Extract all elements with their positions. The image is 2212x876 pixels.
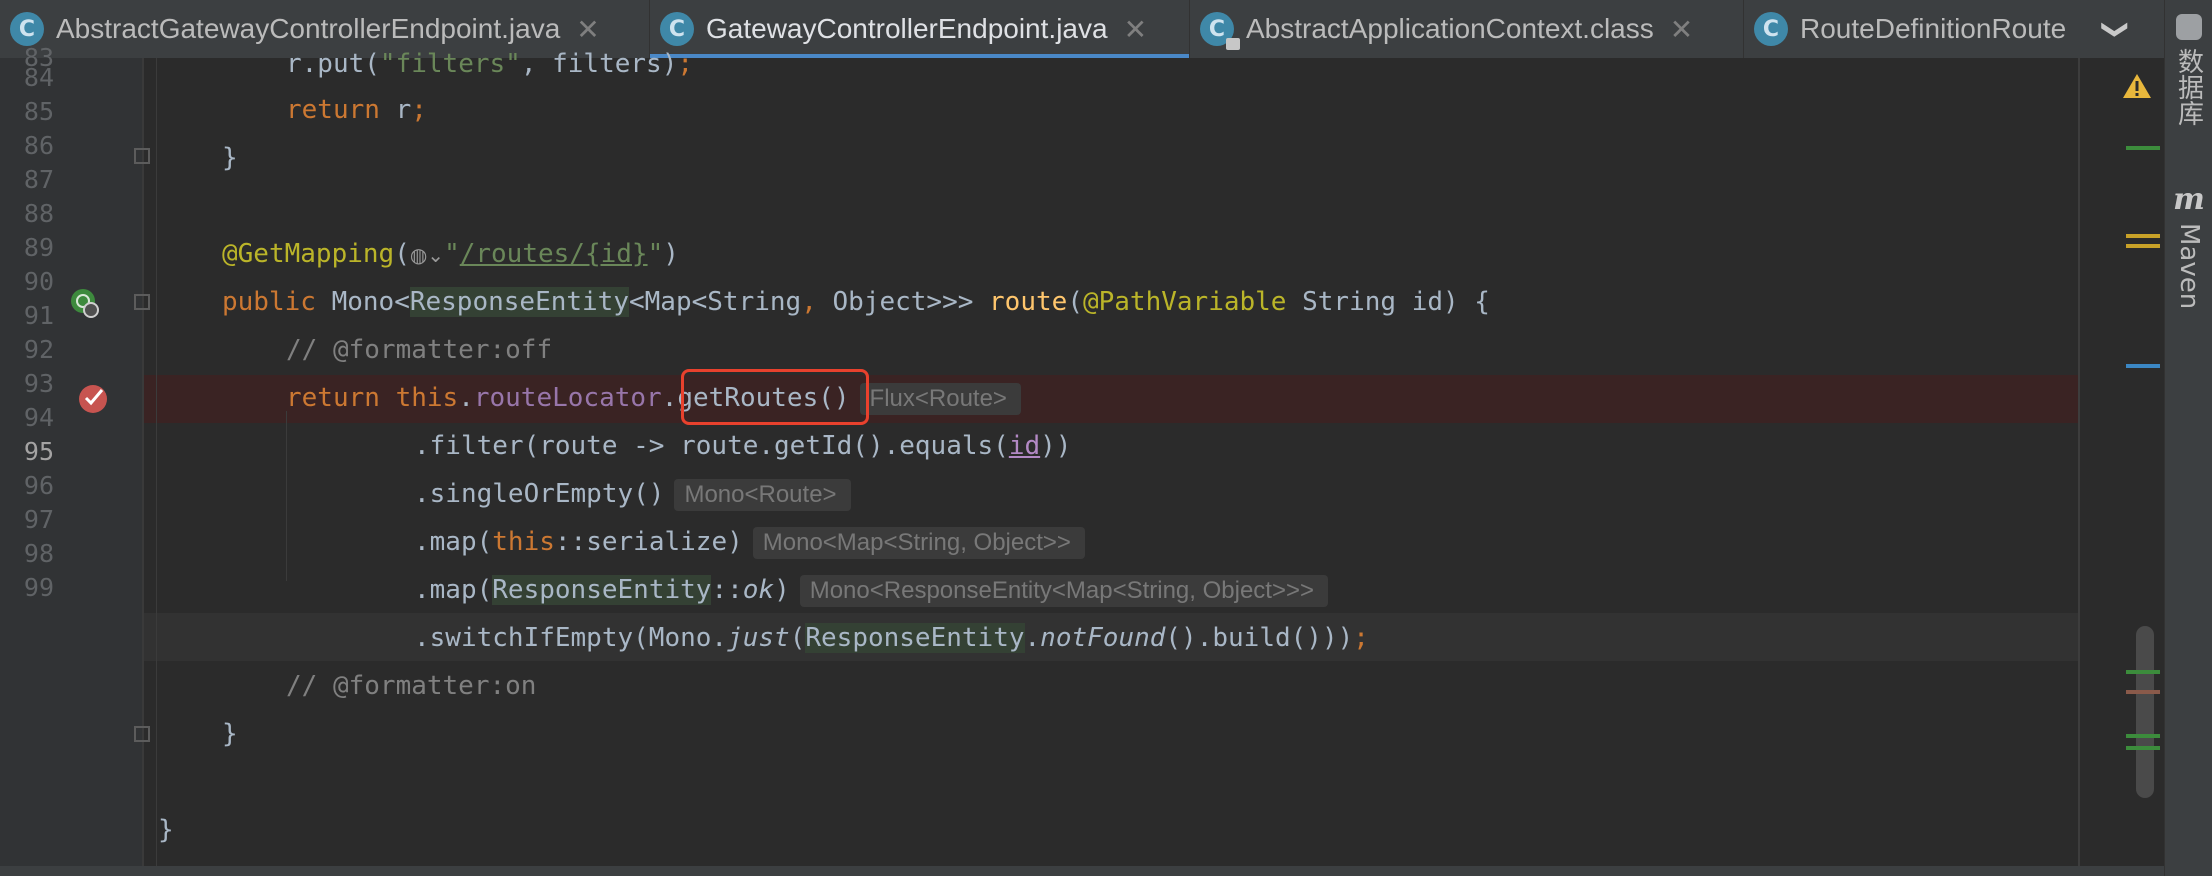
- globe-dropdown-icon[interactable]: ◍⌄: [410, 231, 444, 279]
- change-marker[interactable]: [2126, 690, 2160, 694]
- tab-label: AbstractApplicationContext.class: [1246, 13, 1654, 44]
- code-line-89: // @formatter:off: [286, 335, 553, 365]
- code-line-95: .switchIfEmpty(Mono.just(ResponseEntity.…: [414, 623, 1369, 653]
- type-hint: Mono<ResponseEntity<Map<String, Object>>…: [799, 574, 1329, 607]
- change-marker[interactable]: [2126, 734, 2160, 738]
- indent-guide: [286, 411, 287, 581]
- database-icon: [2176, 14, 2202, 40]
- code-line-85: }: [222, 143, 238, 173]
- code-line-93: .map(this::serialize) Mono<Map<String, Ob…: [414, 518, 1085, 566]
- code-line-96: // @formatter:on: [286, 671, 537, 701]
- warning-icon[interactable]: [2122, 72, 2152, 100]
- class-icon: C: [1754, 12, 1788, 46]
- change-marker[interactable]: [2126, 244, 2160, 248]
- endpoint-globe-icon[interactable]: [68, 286, 102, 320]
- type-hint: Flux<Route>: [859, 382, 1021, 415]
- code-line-92: .singleOrEmpty() Mono<Route>: [414, 470, 851, 518]
- maven-tool-button[interactable]: m Maven: [2165, 182, 2212, 309]
- vertical-scrollbar-thumb[interactable]: [2136, 626, 2154, 798]
- indent-guide: [156, 58, 157, 866]
- database-tool-button[interactable]: 数据库: [2165, 14, 2212, 126]
- change-marker[interactable]: [2126, 234, 2160, 238]
- change-marker[interactable]: [2126, 364, 2160, 368]
- mapping-url[interactable]: /routes/{id}: [460, 239, 648, 269]
- code-line-84: return r;: [286, 95, 427, 125]
- highlight-box: [681, 369, 869, 425]
- maven-icon: m: [2173, 182, 2205, 217]
- maven-label: Maven: [2174, 223, 2204, 310]
- line-number: 99: [23, 573, 54, 602]
- change-marker[interactable]: [2126, 746, 2160, 750]
- fold-marker-icon[interactable]: [134, 294, 150, 310]
- change-marker[interactable]: [2126, 670, 2160, 674]
- code-line-97: }: [222, 719, 238, 749]
- horizontal-scrollbar[interactable]: [0, 866, 2164, 876]
- tab-label: GatewayControllerEndpoint.java: [706, 13, 1108, 44]
- change-marker[interactable]: [2126, 146, 2160, 150]
- editor-scroll-markers: [2080, 58, 2164, 866]
- code-line-90: return this.routeLocator.getRoutes() Flux…: [286, 374, 1021, 422]
- code-line-88: public Mono<ResponseEntity<Map<String, O…: [222, 287, 1490, 317]
- tab-route-definition-route[interactable]: C RouteDefinitionRoute: [1744, 0, 2124, 58]
- close-icon[interactable]: ✕: [1670, 13, 1693, 46]
- type-hint: Mono<Map<String, Object>>: [752, 526, 1085, 559]
- close-icon[interactable]: ✕: [1124, 13, 1147, 46]
- type-hint: Mono<Route>: [674, 478, 851, 511]
- tab-label: RouteDefinitionRoute: [1800, 13, 2067, 44]
- locked-class-icon: C: [1200, 12, 1240, 50]
- fold-marker-icon[interactable]: [134, 148, 150, 164]
- right-tool-window-bar: 数据库 m Maven: [2164, 0, 2212, 876]
- gutter-separator: [142, 58, 144, 866]
- database-label: 数据库: [2173, 48, 2204, 126]
- breakpoint-icon[interactable]: [76, 382, 110, 416]
- code-line-99: }: [158, 815, 174, 845]
- fold-marker-icon[interactable]: [134, 726, 150, 742]
- tab-abstract-application-context[interactable]: C AbstractApplicationContext.class ✕: [1190, 0, 1744, 58]
- tab-overflow-chevron-icon[interactable]: ❯: [2086, 0, 2146, 58]
- tab-gateway-controller-endpoint[interactable]: C GatewayControllerEndpoint.java ✕: [650, 0, 1190, 58]
- code-line-87: @GetMapping(◍⌄"/routes/{id}"): [222, 230, 679, 279]
- code-line-83: r.put("filters", filters);: [286, 49, 694, 79]
- code-line-94: .map(ResponseEntity::ok) Mono<ResponseEnt…: [414, 566, 1329, 614]
- code-line-91: .filter(route -> route.getId().equals(id…: [414, 431, 1072, 461]
